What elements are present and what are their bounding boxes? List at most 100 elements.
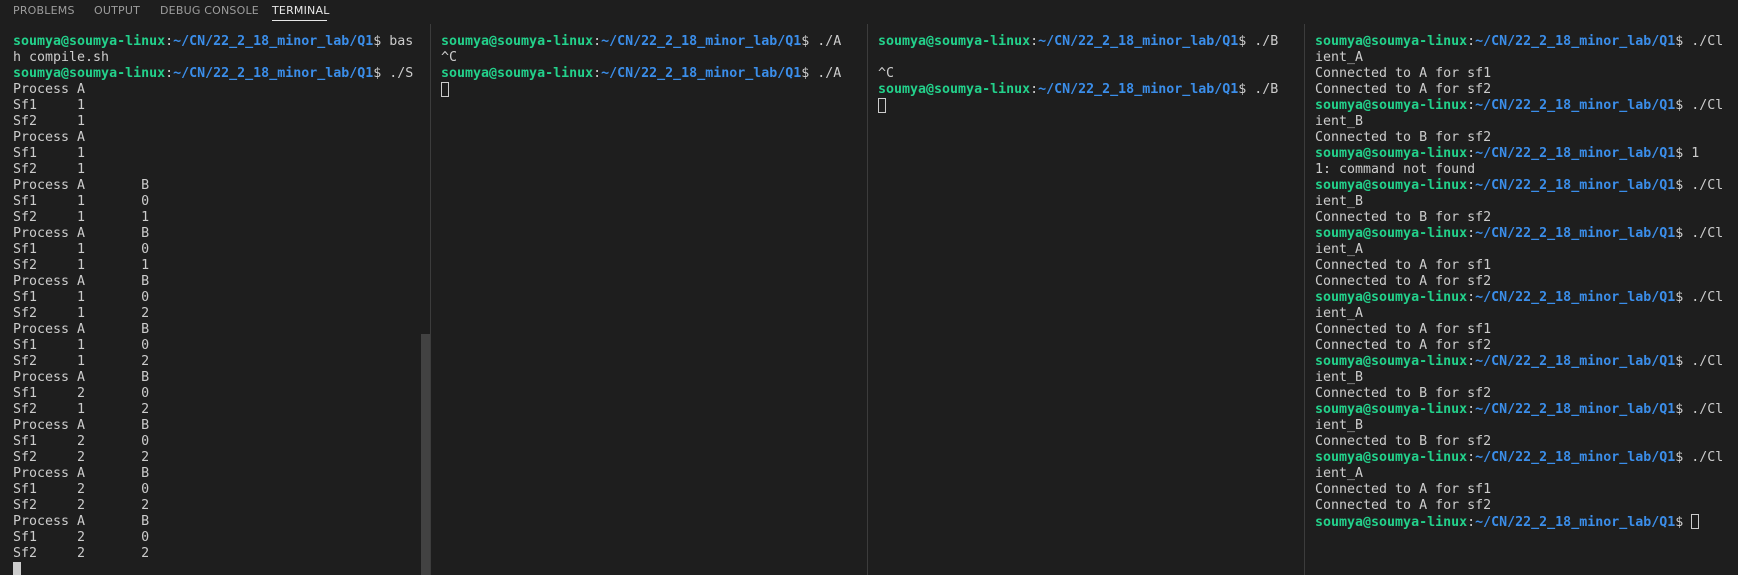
terminal-cursor xyxy=(441,82,449,97)
terminal-prompt-line: soumya@soumya-linux:~/CN/22_2_18_minor_l… xyxy=(441,66,866,82)
output-text: ^C xyxy=(878,66,895,81)
prompt-path: ~/CN/22_2_18_minor_lab/Q1 xyxy=(1475,290,1676,305)
terminal-prompt-line: soumya@soumya-linux:~/CN/22_2_18_minor_l… xyxy=(1315,450,1730,466)
prompt-separator: : xyxy=(1467,290,1476,305)
terminal-output-line: ient_B xyxy=(1315,194,1730,210)
prompt-user: soumya@soumya-linux xyxy=(441,34,594,49)
terminal-output-line: ient_A xyxy=(1315,306,1730,322)
prompt-separator: : xyxy=(1467,178,1476,193)
terminal-prompt-line: soumya@soumya-linux:~/CN/22_2_18_minor_l… xyxy=(13,66,413,82)
prompt-path: ~/CN/22_2_18_minor_lab/Q1 xyxy=(173,34,374,49)
terminal-prompt-line: soumya@soumya-linux:~/CN/22_2_18_minor_l… xyxy=(1315,354,1730,370)
terminal-output-line: Connected to A for sf1 xyxy=(1315,258,1730,274)
terminal-output-line: Sf2 1 xyxy=(13,162,413,178)
prompt-symbol: $ xyxy=(373,34,390,49)
prompt-path: ~/CN/22_2_18_minor_lab/Q1 xyxy=(1475,354,1676,369)
output-text: Process A B xyxy=(13,514,150,529)
terminal-output-line: Sf2 2 2 xyxy=(13,450,413,466)
terminal-output-line: Connected to B for sf2 xyxy=(1315,386,1730,402)
output-text: Process A B xyxy=(13,466,150,481)
terminal-cursor xyxy=(1691,514,1700,529)
output-text: ient_B xyxy=(1315,194,1364,209)
terminal-output-line: Sf2 2 2 xyxy=(13,546,413,562)
terminal-output-line: Connected to A for sf2 xyxy=(1315,82,1730,98)
output-text: Sf1 1 xyxy=(13,146,86,161)
output-text: Sf2 1 xyxy=(13,114,86,129)
prompt-symbol: $ xyxy=(1675,226,1692,241)
pane-divider[interactable] xyxy=(867,24,868,575)
terminal-output-line: ient_A xyxy=(1315,242,1730,258)
prompt-separator: : xyxy=(1467,226,1476,241)
terminal-output-line: Process A B xyxy=(13,418,413,434)
output-text: Sf1 1 0 xyxy=(13,194,150,209)
prompt-symbol: $ xyxy=(1238,82,1255,97)
terminal-output-line: Connected to A for sf1 xyxy=(1315,66,1730,82)
prompt-user: soumya@soumya-linux xyxy=(878,82,1031,97)
prompt-path: ~/CN/22_2_18_minor_lab/Q1 xyxy=(1475,98,1676,113)
prompt-separator: : xyxy=(1467,515,1476,530)
output-text: Sf1 2 0 xyxy=(13,434,150,449)
output-text: Process A B xyxy=(13,322,150,337)
terminal-pane-4[interactable]: soumya@soumya-linux:~/CN/22_2_18_minor_l… xyxy=(1315,34,1730,575)
tab-problems[interactable]: PROBLEMS xyxy=(13,4,75,17)
tab-output[interactable]: OUTPUT xyxy=(94,4,140,17)
prompt-symbol: $ xyxy=(1675,450,1692,465)
terminal-output-line: Sf1 2 0 xyxy=(13,434,413,450)
terminal-prompt-line: soumya@soumya-linux:~/CN/22_2_18_minor_l… xyxy=(441,34,866,50)
prompt-separator: : xyxy=(1467,98,1476,113)
terminal-output-line: Sf1 1 xyxy=(13,146,413,162)
terminal-prompt-line: soumya@soumya-linux:~/CN/22_2_18_minor_l… xyxy=(1315,98,1730,114)
terminal-output-line: ient_B xyxy=(1315,114,1730,130)
command-text: ./Cl xyxy=(1691,98,1724,113)
prompt-path: ~/CN/22_2_18_minor_lab/Q1 xyxy=(601,66,802,81)
prompt-path: ~/CN/22_2_18_minor_lab/Q1 xyxy=(1475,402,1676,417)
prompt-separator: : xyxy=(1030,82,1039,97)
output-text: Process A B xyxy=(13,178,150,193)
terminal-output-line: Sf1 1 xyxy=(13,98,413,114)
output-text: Connected to A for sf2 xyxy=(1315,82,1492,97)
terminal-prompt-line: soumya@soumya-linux:~/CN/22_2_18_minor_l… xyxy=(13,34,413,50)
output-text: ient_A xyxy=(1315,50,1364,65)
terminal-scrollbar[interactable] xyxy=(421,334,430,575)
terminal-prompt-line: soumya@soumya-linux:~/CN/22_2_18_minor_l… xyxy=(1315,290,1730,306)
output-text: Sf1 1 0 xyxy=(13,290,150,305)
terminal-pane-3[interactable]: soumya@soumya-linux:~/CN/22_2_18_minor_l… xyxy=(878,34,1303,575)
prompt-path: ~/CN/22_2_18_minor_lab/Q1 xyxy=(1475,515,1676,530)
output-text: Sf2 1 2 xyxy=(13,306,150,321)
output-text: Connected to A for sf1 xyxy=(1315,482,1492,497)
output-text: Sf2 1 2 xyxy=(13,402,150,417)
command-text: ./Cl xyxy=(1691,226,1724,241)
prompt-symbol: $ xyxy=(1675,146,1692,161)
terminal-output-line: Sf1 2 0 xyxy=(13,386,413,402)
terminal-output-line: Process A xyxy=(13,82,413,98)
terminal-output-line: Process A B xyxy=(13,322,413,338)
command-text: ./B xyxy=(1254,34,1279,49)
output-text: ^C xyxy=(441,50,458,65)
pane-divider[interactable] xyxy=(430,24,431,575)
prompt-separator: : xyxy=(1467,34,1476,49)
pane-divider[interactable] xyxy=(1304,24,1305,575)
terminal-output-line xyxy=(13,562,413,575)
output-text: ient_B xyxy=(1315,370,1364,385)
tab-terminal[interactable]: TERMINAL xyxy=(272,4,330,17)
prompt-separator: : xyxy=(1030,34,1039,49)
prompt-user: soumya@soumya-linux xyxy=(1315,226,1468,241)
output-text: Connected to A for sf2 xyxy=(1315,498,1492,513)
tab-debug-console[interactable]: DEBUG CONSOLE xyxy=(160,4,259,17)
terminal-prompt-line: soumya@soumya-linux:~/CN/22_2_18_minor_l… xyxy=(1315,34,1730,50)
prompt-separator: : xyxy=(593,34,602,49)
terminal-output-line: Connected to A for sf1 xyxy=(1315,482,1730,498)
output-text: Sf2 2 2 xyxy=(13,450,150,465)
prompt-separator: : xyxy=(165,34,174,49)
terminal-pane-1[interactable]: soumya@soumya-linux:~/CN/22_2_18_minor_l… xyxy=(13,34,413,575)
output-text: Connected to A for sf1 xyxy=(1315,66,1492,81)
terminal-output-line: Process A B xyxy=(13,226,413,242)
prompt-symbol: $ xyxy=(1675,515,1692,530)
output-text: Connected to B for sf2 xyxy=(1315,130,1492,145)
output-text: Sf2 2 2 xyxy=(13,498,150,513)
output-text: Sf1 2 0 xyxy=(13,482,150,497)
prompt-path: ~/CN/22_2_18_minor_lab/Q1 xyxy=(1475,146,1676,161)
terminal-pane-2[interactable]: soumya@soumya-linux: ~/CN/22_2_18_minor_l… xyxy=(441,34,866,575)
prompt-symbol: $ xyxy=(1238,34,1255,49)
terminal-output-line: Process A xyxy=(13,130,413,146)
